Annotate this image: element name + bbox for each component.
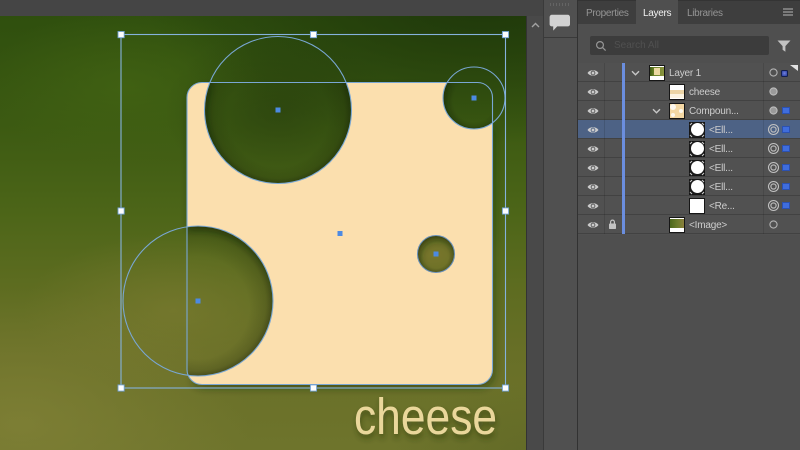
- svg-text:cheese: cheese: [354, 389, 497, 446]
